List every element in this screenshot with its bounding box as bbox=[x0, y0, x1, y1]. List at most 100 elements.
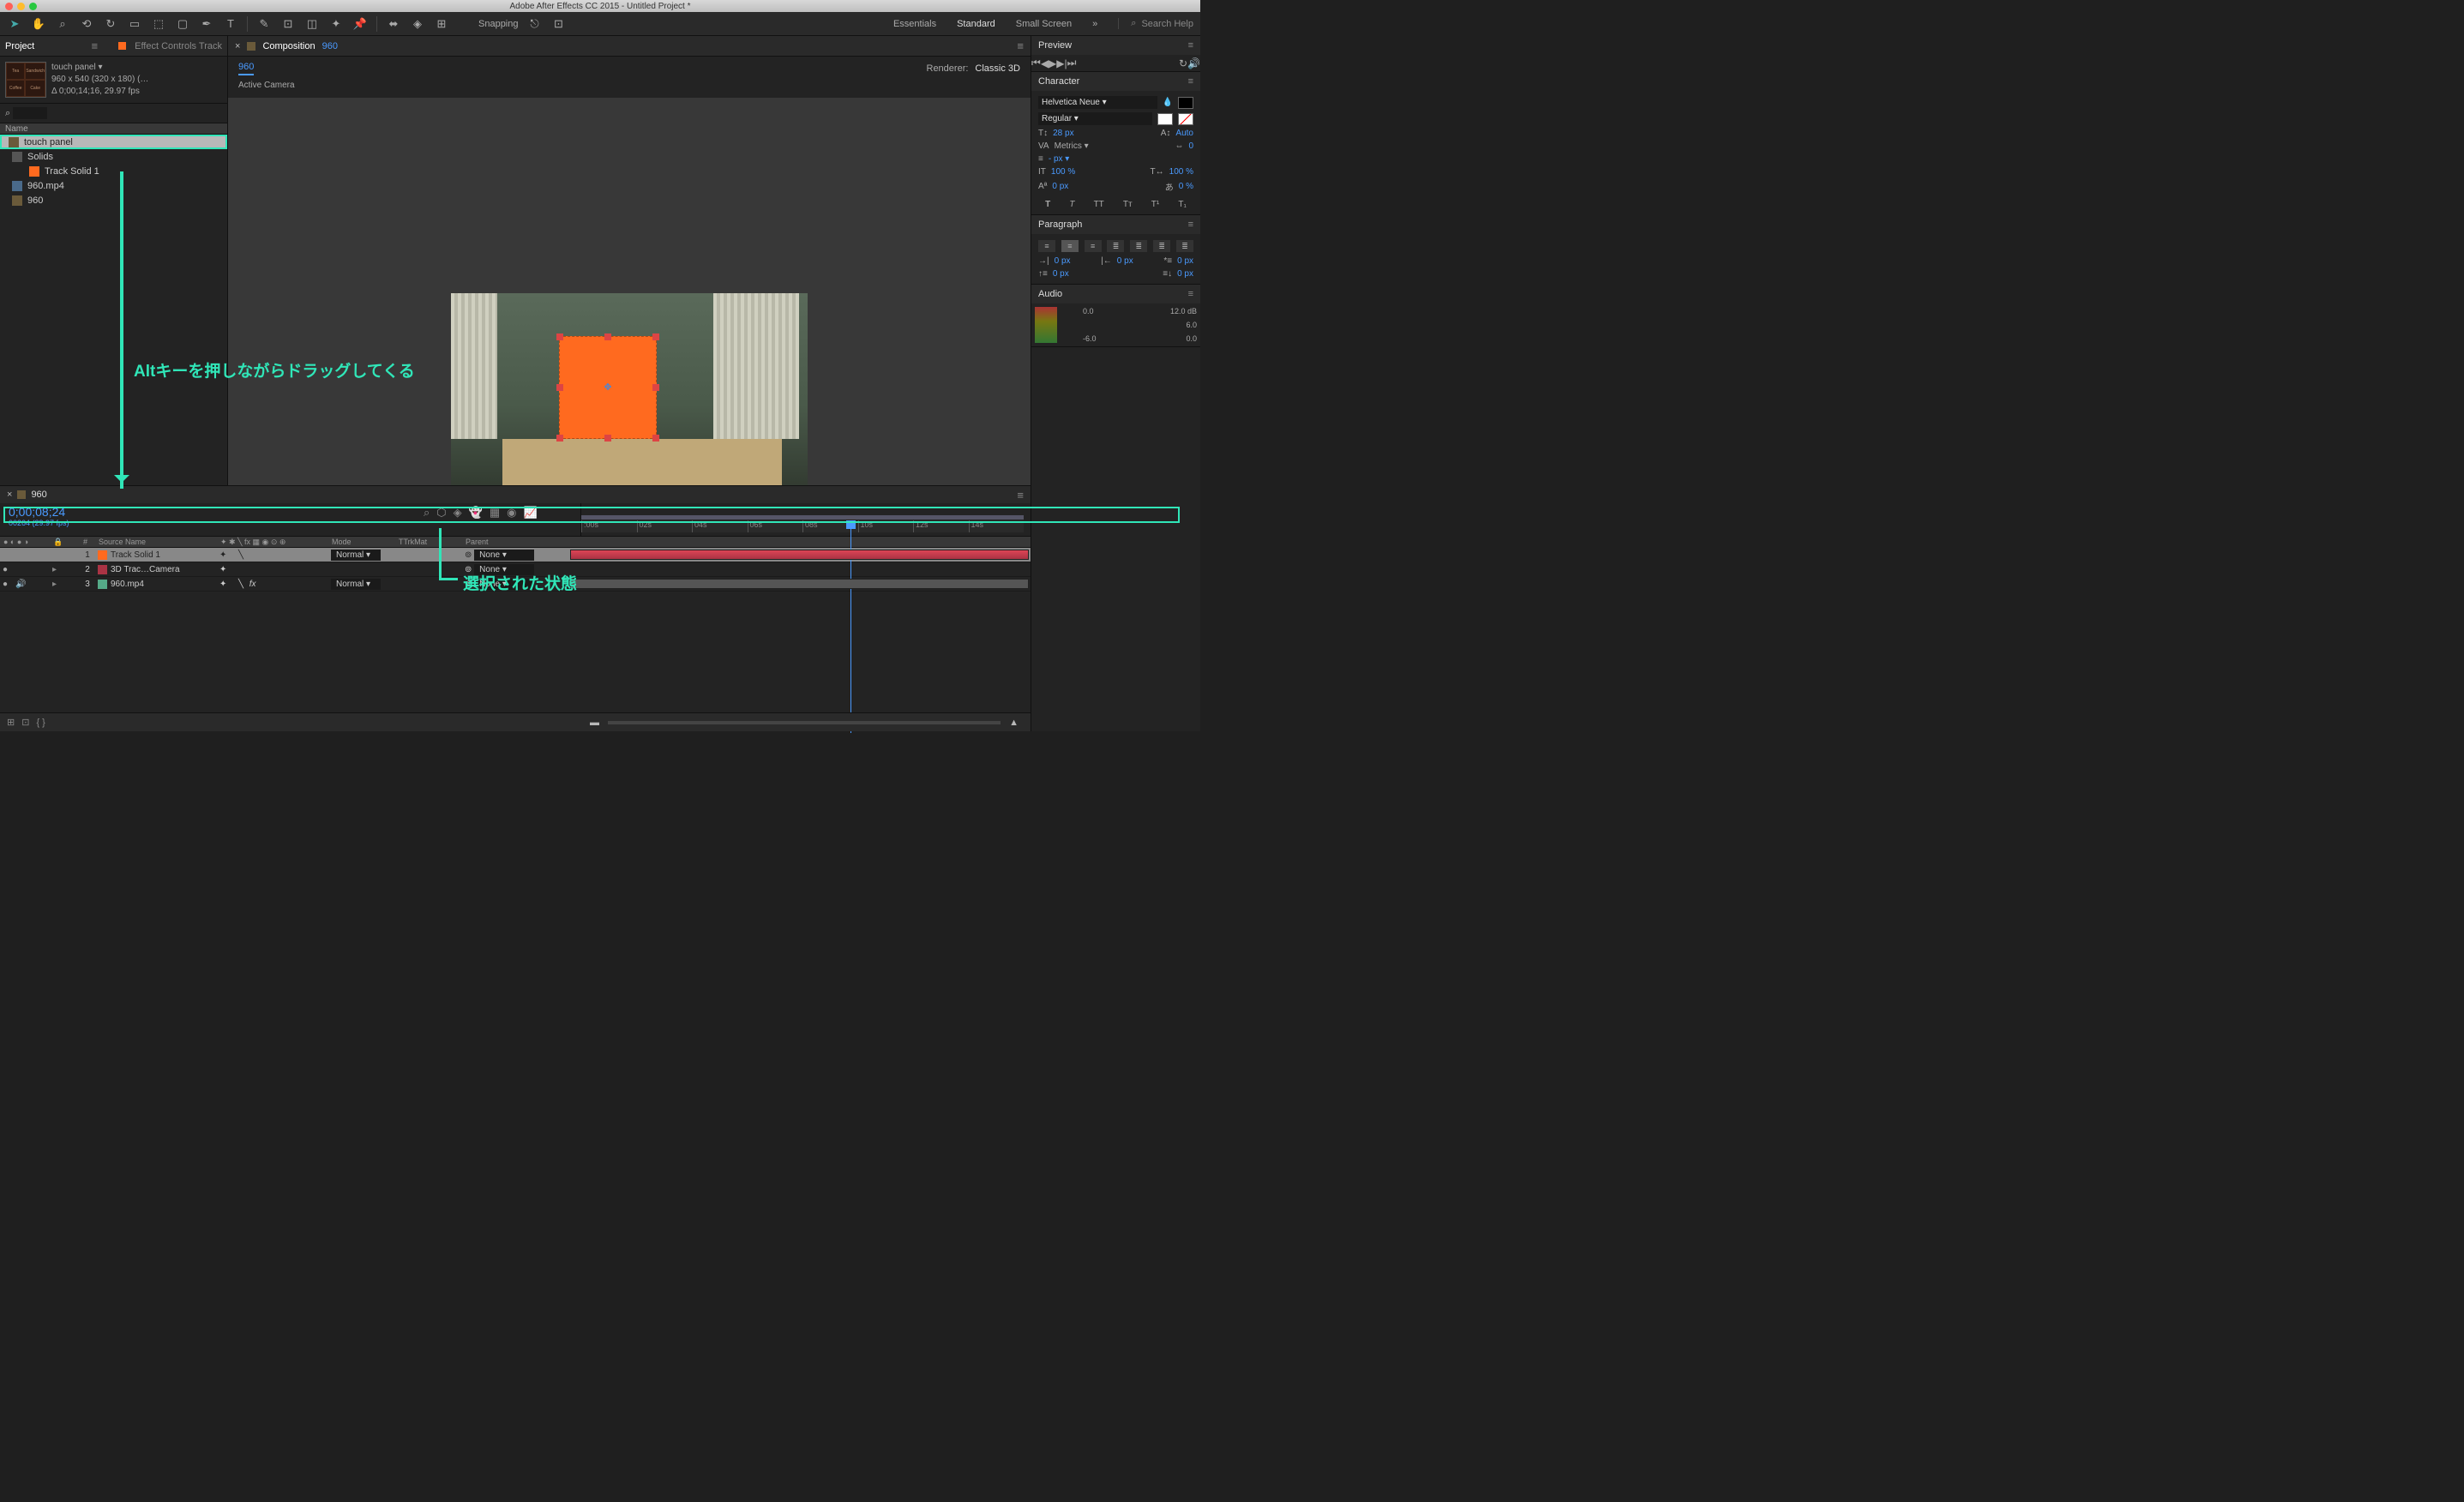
last-frame-icon[interactable]: ⏭ bbox=[1067, 57, 1077, 69]
handle-icon[interactable] bbox=[556, 333, 563, 340]
time-ruler[interactable]: :00s 02s 04s 06s 08s 10s 12s 14s bbox=[581, 503, 1031, 536]
zoom-dot[interactable] bbox=[29, 3, 37, 10]
zoom-out-icon[interactable]: ▬ bbox=[590, 718, 599, 728]
handle-icon[interactable] bbox=[604, 333, 611, 340]
source-name-col[interactable]: Source Name bbox=[95, 537, 217, 547]
prev-frame-icon[interactable]: ◀ bbox=[1041, 57, 1049, 69]
mode-col[interactable]: Mode bbox=[328, 537, 395, 547]
trkmat-col[interactable]: T TrkMat bbox=[395, 537, 462, 547]
handle-icon[interactable] bbox=[652, 333, 659, 340]
font-size-value[interactable]: 28 px bbox=[1053, 129, 1073, 138]
toggle-modes-icon[interactable]: ⊡ bbox=[21, 717, 29, 728]
subscript-icon[interactable]: T₁ bbox=[1178, 200, 1186, 209]
comp-tab-name[interactable]: 960 bbox=[322, 41, 338, 51]
tracking-value[interactable]: 0 bbox=[1188, 141, 1193, 151]
twirl-icon[interactable]: ▸ bbox=[52, 550, 57, 560]
panel-menu-icon[interactable]: ≡ bbox=[1188, 40, 1193, 51]
layer-name[interactable]: 3D Trac…Camera bbox=[111, 565, 180, 574]
graph-editor-icon[interactable]: 📈 bbox=[523, 506, 537, 520]
indent-left-value[interactable]: 0 px bbox=[1055, 256, 1071, 266]
justify-last-center-icon[interactable]: ≣ bbox=[1130, 240, 1147, 252]
leading-value[interactable]: Auto bbox=[1175, 129, 1193, 138]
comp-name-line[interactable]: touch panel ▾ bbox=[51, 62, 148, 74]
snap-target-icon[interactable]: ⊡ bbox=[551, 16, 567, 32]
snapping-label[interactable]: Snapping bbox=[478, 19, 519, 29]
italic-icon[interactable]: T bbox=[1069, 200, 1074, 209]
shape-tool-icon[interactable]: ▢ bbox=[175, 16, 190, 32]
close-tab-icon[interactable]: × bbox=[7, 490, 12, 500]
project-item-960mp4[interactable]: 960.mp4 bbox=[0, 178, 227, 193]
eyedropper-icon[interactable]: 💧 bbox=[1163, 98, 1173, 107]
justify-all-icon[interactable]: ≣ bbox=[1176, 240, 1193, 252]
close-tab-icon[interactable]: × bbox=[235, 41, 240, 51]
font-family-dropdown[interactable]: Helvetica Neue bbox=[1038, 96, 1157, 109]
switches2-col[interactable]: ✦ ✱ ╲ fx ▦ ◉ ⊙ ⊕ bbox=[217, 537, 328, 547]
smallcaps-icon[interactable]: Tᴛ bbox=[1123, 200, 1133, 209]
stroke-width-value[interactable]: - px bbox=[1049, 154, 1069, 164]
space-before-value[interactable]: 0 px bbox=[1053, 269, 1069, 279]
parent-col[interactable]: Parent bbox=[462, 537, 570, 547]
justify-last-left-icon[interactable]: ≣ bbox=[1107, 240, 1124, 252]
comp-mini-flow-icon[interactable]: ⬡ bbox=[436, 506, 446, 520]
lock-col[interactable]: 🔒 bbox=[50, 537, 80, 547]
workspace-standard[interactable]: Standard bbox=[957, 19, 995, 29]
local-axis-icon[interactable]: ◈ bbox=[410, 16, 425, 32]
mute-icon[interactable]: 🔊 bbox=[1187, 57, 1200, 69]
num-col[interactable]: # bbox=[80, 537, 95, 547]
search-help[interactable]: ⌕ Search Help bbox=[1118, 18, 1193, 29]
rotate-tool-icon[interactable]: ↻ bbox=[103, 16, 118, 32]
workspace-small-screen[interactable]: Small Screen bbox=[1016, 19, 1072, 29]
video-eye-icon[interactable]: ● bbox=[3, 565, 13, 574]
project-item-960[interactable]: 960 bbox=[0, 193, 227, 207]
anchor-point-icon[interactable]: ✥ bbox=[603, 382, 613, 393]
indent-right-value[interactable]: 0 px bbox=[1117, 256, 1133, 266]
preview-panel-title[interactable]: Preview bbox=[1038, 40, 1072, 51]
parent-dropdown[interactable]: None bbox=[474, 550, 534, 561]
comp-tab-menu-icon[interactable]: ≡ bbox=[1017, 39, 1024, 52]
color-swatch[interactable] bbox=[98, 550, 107, 560]
axis-icon[interactable]: ⬌ bbox=[386, 16, 401, 32]
frame-blend-icon[interactable]: ▦ bbox=[490, 506, 500, 520]
allcaps-icon[interactable]: TT bbox=[1094, 200, 1104, 209]
track-solid-layer[interactable]: ✥ bbox=[559, 336, 657, 439]
align-right-icon[interactable]: ≡ bbox=[1085, 240, 1102, 252]
traffic-lights[interactable] bbox=[5, 3, 37, 10]
panel-menu-icon[interactable]: ≡ bbox=[1188, 289, 1193, 299]
brush-tool-icon[interactable]: ✎ bbox=[256, 16, 272, 32]
text-tool-icon[interactable]: T bbox=[223, 16, 238, 32]
collapse-icon[interactable]: ✦ bbox=[219, 565, 226, 574]
hscale-value[interactable]: 100 % bbox=[1169, 167, 1193, 177]
switches-col[interactable]: ● ◐ ● ◑ bbox=[0, 537, 50, 547]
search-icon[interactable]: ⌕ bbox=[424, 506, 430, 520]
draft3d-icon[interactable]: ◈ bbox=[454, 506, 462, 520]
zoom-in-icon[interactable]: ▲ bbox=[1009, 718, 1019, 728]
project-search-input[interactable] bbox=[13, 107, 47, 119]
layer-name[interactable]: 960.mp4 bbox=[111, 580, 144, 589]
project-item-track-solid[interactable]: Track Solid 1 bbox=[0, 164, 227, 178]
baseline-value[interactable]: 0 px bbox=[1052, 182, 1068, 191]
tsume-value[interactable]: 0 % bbox=[1179, 182, 1193, 191]
work-area-bar[interactable] bbox=[581, 515, 1024, 520]
orbit-tool-icon[interactable]: ⟲ bbox=[79, 16, 94, 32]
handle-icon[interactable] bbox=[556, 435, 563, 442]
collapse-icon[interactable]: ✦ bbox=[219, 550, 226, 560]
space-after-value[interactable]: 0 px bbox=[1177, 269, 1193, 279]
panel-menu-icon[interactable]: ≡ bbox=[1188, 219, 1193, 230]
fx-icon[interactable]: fx bbox=[247, 580, 256, 589]
project-columns[interactable]: Name bbox=[0, 123, 227, 135]
timeline-tab-name[interactable]: 960 bbox=[31, 490, 46, 500]
superscript-icon[interactable]: T¹ bbox=[1151, 200, 1159, 209]
audio-speaker-icon[interactable]: 🔊 bbox=[15, 580, 26, 589]
time-zoom-slider[interactable]: ▬ ▲ bbox=[590, 718, 1019, 728]
twirl-icon[interactable]: ▸ bbox=[52, 565, 57, 574]
character-panel-title[interactable]: Character bbox=[1038, 76, 1079, 87]
align-left-icon[interactable]: ≡ bbox=[1038, 240, 1055, 252]
project-item-solids[interactable]: Solids bbox=[0, 149, 227, 164]
pan-behind-icon[interactable]: ⬚ bbox=[151, 16, 166, 32]
handle-icon[interactable] bbox=[604, 435, 611, 442]
project-tab-menu-icon[interactable]: ≡ bbox=[92, 39, 99, 52]
project-tab[interactable]: Project bbox=[5, 41, 34, 51]
layer-bar[interactable] bbox=[570, 579, 1029, 589]
loop-icon[interactable]: ↻ bbox=[1179, 57, 1187, 69]
next-frame-icon[interactable]: ▶| bbox=[1056, 57, 1067, 69]
